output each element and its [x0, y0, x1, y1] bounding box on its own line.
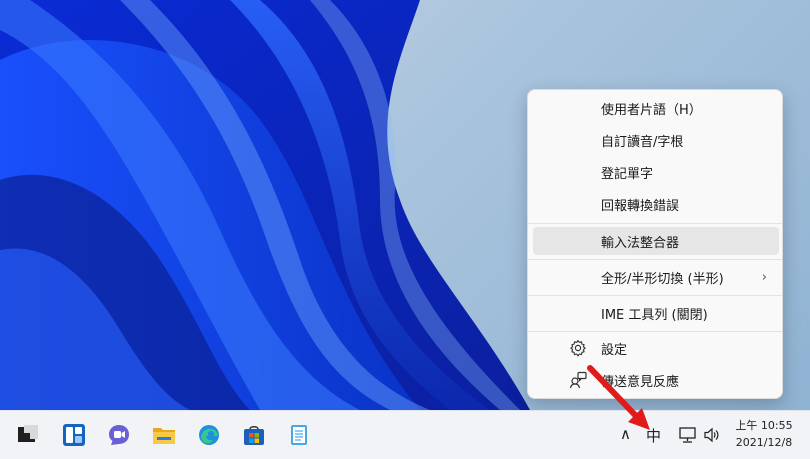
store-icon[interactable]	[242, 423, 266, 447]
menu-item-ime-pad[interactable]: 輸入法整合器	[533, 227, 779, 255]
red-annotation-arrow-icon	[587, 365, 650, 430]
menu-item-label: 登記單字	[601, 166, 654, 182]
menu-separator	[528, 295, 782, 296]
windows-logo-icon[interactable]	[16, 423, 40, 447]
menu-item-label: 使用者片語（H）	[601, 102, 702, 118]
menu-item-label: IME 工具列 (關閉)	[601, 307, 708, 323]
menu-item-register-word[interactable]: 登記單字	[533, 158, 779, 186]
menu-item-label: 回報轉換錯誤	[601, 198, 680, 214]
chat-icon[interactable]	[107, 423, 131, 447]
clock-date: 2021/12/8	[735, 436, 793, 449]
menu-item-label: 設定	[601, 342, 628, 358]
folder-icon[interactable]	[152, 423, 176, 447]
taskbar: ∧ 中 上午 10:55 2021/12/8	[0, 410, 810, 459]
volume-icon[interactable]	[703, 426, 721, 444]
gear-icon	[570, 339, 586, 357]
menu-item-full-half-width-toggle[interactable]: 全形/半形切換 (半形) ›	[533, 263, 779, 291]
menu-item-report-conversion-error[interactable]: 回報轉換錯誤	[533, 190, 779, 218]
menu-item-user-phrases[interactable]: 使用者片語（H）	[533, 94, 779, 122]
clock[interactable]: 上午 10:55 2021/12/8	[728, 417, 800, 451]
ime-context-menu: 使用者片語（H） 自訂讀音/字根 登記單字 回報轉換錯誤 輸入法整合器 全形/半…	[527, 89, 783, 399]
menu-item-custom-pronunciation[interactable]: 自訂讀音/字根	[533, 126, 779, 154]
menu-separator	[528, 223, 782, 224]
edge-icon[interactable]	[197, 423, 221, 447]
clock-time: 上午 10:55	[735, 419, 793, 432]
menu-separator	[528, 259, 782, 260]
network-icon[interactable]	[678, 425, 698, 445]
menu-item-label: 全形/半形切換 (半形)	[601, 271, 724, 287]
menu-item-label: 自訂讀音/字根	[601, 134, 684, 150]
menu-separator	[528, 331, 782, 332]
menu-item-label: 輸入法整合器	[601, 235, 680, 251]
notepad-icon[interactable]	[287, 423, 311, 447]
menu-item-ime-toolbar[interactable]: IME 工具列 (關閉)	[533, 299, 779, 327]
chevron-right-icon: ›	[761, 269, 767, 285]
widgets-icon[interactable]	[62, 423, 86, 447]
